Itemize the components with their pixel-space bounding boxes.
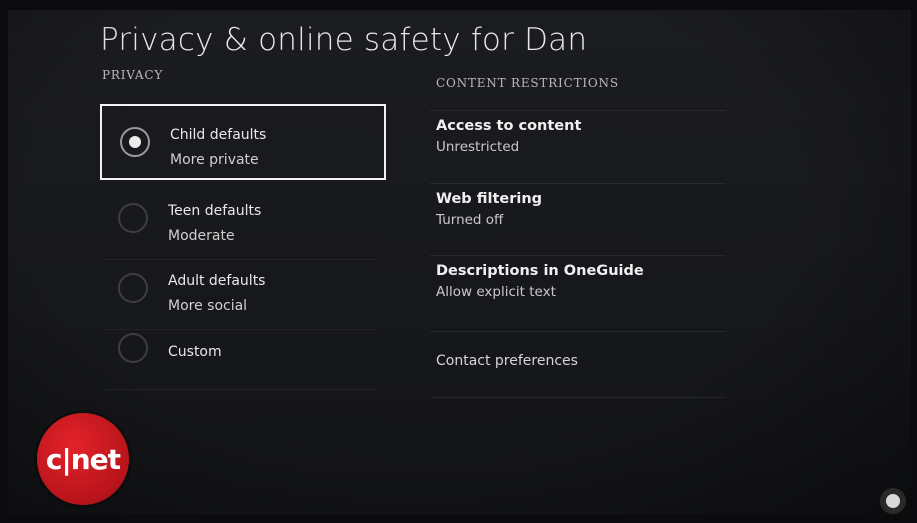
option-subtitle: More private [170,152,259,168]
privacy-section-label: PRIVACY [102,68,164,82]
setting-value: Turned off [436,212,504,228]
radio-empty-icon [118,203,148,233]
cnet-logo: c|net [37,413,129,505]
radio-selected-icon [120,127,150,157]
setting-value: Unrestricted [436,139,520,155]
content-restrictions-label: CONTENT RESTRICTIONS [436,76,619,90]
console-screen: Privacy & online safety for Dan PRIVACY … [8,10,911,515]
setting-title: Contact preferences [436,353,578,369]
option-title: Teen defaults [168,203,262,219]
setting-value: Allow explicit text [436,284,556,300]
setting-title: Web filtering [436,191,543,207]
privacy-option-custom[interactable]: Custom [100,312,386,390]
page-title: Privacy & online safety for Dan [100,22,588,58]
cnet-subscribe-icon[interactable] [880,488,906,514]
setting-web-filtering[interactable]: Web filtering Turned off [430,183,726,228]
radio-empty-icon [118,333,148,363]
privacy-option-teen-defaults[interactable]: Teen defaults Moderate [100,182,386,260]
setting-descriptions-in-oneguide[interactable]: Descriptions in OneGuide Allow explicit … [430,255,726,300]
setting-title: Descriptions in OneGuide [436,263,644,279]
option-title: Custom [168,344,222,360]
radio-empty-icon [118,273,148,303]
option-title: Adult defaults [168,273,266,289]
option-title: Child defaults [170,127,267,143]
privacy-option-child-defaults[interactable]: Child defaults More private [100,104,386,180]
option-subtitle: Moderate [168,228,235,244]
setting-contact-preferences[interactable]: Contact preferences [430,331,726,398]
setting-title: Access to content [436,118,582,134]
setting-access-to-content[interactable]: Access to content Unrestricted [430,110,726,155]
cnet-logo-text: c|net [45,442,121,476]
